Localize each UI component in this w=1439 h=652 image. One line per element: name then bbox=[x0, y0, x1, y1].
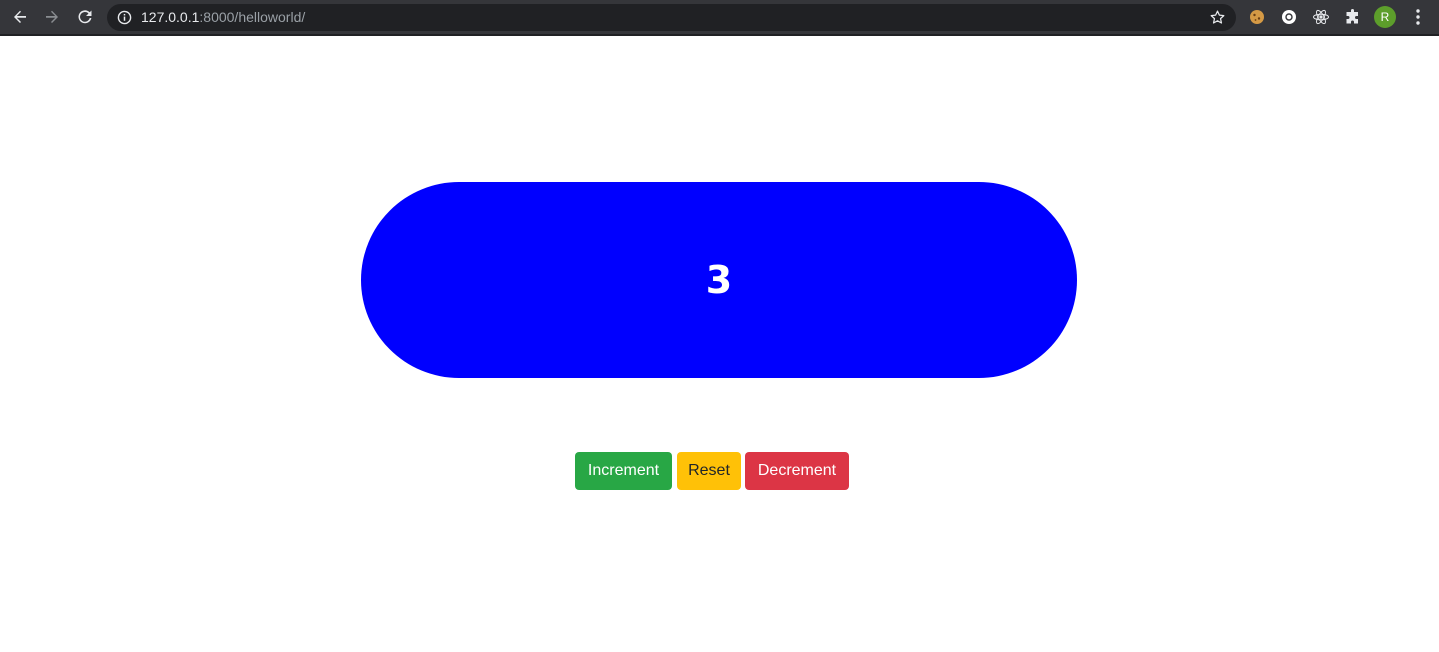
url-text[interactable]: 127.0.0.1:8000/helloworld/ bbox=[141, 9, 305, 26]
url-host: 127.0.0.1 bbox=[141, 9, 200, 25]
address-bar[interactable]: 127.0.0.1:8000/helloworld/ bbox=[107, 4, 1236, 31]
counter-display: 3 bbox=[361, 182, 1077, 378]
reload-button[interactable] bbox=[73, 5, 97, 29]
counter-value: 3 bbox=[705, 258, 733, 302]
back-button[interactable] bbox=[8, 5, 32, 29]
react-devtools-extension[interactable] bbox=[1311, 7, 1331, 27]
reload-icon bbox=[78, 10, 92, 24]
circle-extension[interactable] bbox=[1279, 7, 1299, 27]
puzzle-icon bbox=[1346, 9, 1358, 24]
forward-button[interactable] bbox=[40, 5, 64, 29]
browser-toolbar: 127.0.0.1:8000/helloworld/ R bbox=[0, 0, 1439, 36]
decrement-button[interactable]: Decrement bbox=[745, 452, 849, 490]
react-icon bbox=[1313, 9, 1329, 25]
url-path: :8000/helloworld/ bbox=[199, 9, 306, 25]
extension-circle-icon bbox=[1282, 10, 1296, 24]
back-icon bbox=[14, 10, 26, 23]
menu-icon[interactable] bbox=[1408, 7, 1428, 27]
reset-button[interactable]: Reset bbox=[677, 452, 741, 490]
extensions-button[interactable] bbox=[1343, 7, 1363, 27]
star-icon[interactable] bbox=[1209, 9, 1226, 26]
info-icon[interactable] bbox=[117, 10, 132, 25]
forward-icon bbox=[46, 10, 58, 23]
cookie-icon bbox=[1250, 10, 1264, 24]
increment-button[interactable]: Increment bbox=[575, 452, 672, 490]
cookie-extension[interactable] bbox=[1247, 7, 1267, 27]
profile-avatar[interactable]: R bbox=[1374, 6, 1396, 28]
